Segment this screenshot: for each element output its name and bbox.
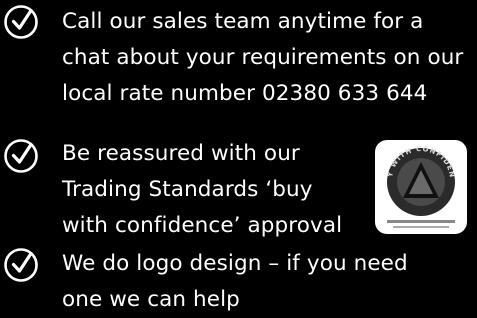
feature-text: Be reassured with our Trading Standards … bbox=[62, 136, 342, 244]
buy-with-confidence-logo: BUY WITH CONFIDENCE bbox=[375, 140, 467, 234]
feature-line: with confidence’ approval bbox=[62, 213, 343, 238]
feature-line: local rate number 02380 633 644 bbox=[62, 81, 428, 106]
feature-line: chat about your requirements on our bbox=[62, 45, 464, 70]
feature-text: Call our sales team anytime for a chat a… bbox=[62, 4, 463, 112]
feature-line: We do logo design – if you need bbox=[62, 251, 408, 276]
check-circle-icon bbox=[3, 247, 39, 283]
feature-line: Be reassured with our bbox=[62, 141, 300, 166]
feature-line: Call our sales team anytime for a bbox=[62, 9, 424, 34]
check-circle-icon bbox=[3, 4, 39, 40]
feature-line: Trading Standards ‘buy bbox=[62, 177, 313, 202]
check-circle-icon bbox=[3, 138, 39, 174]
feature-text: We do logo design – if you need one we c… bbox=[62, 246, 408, 318]
